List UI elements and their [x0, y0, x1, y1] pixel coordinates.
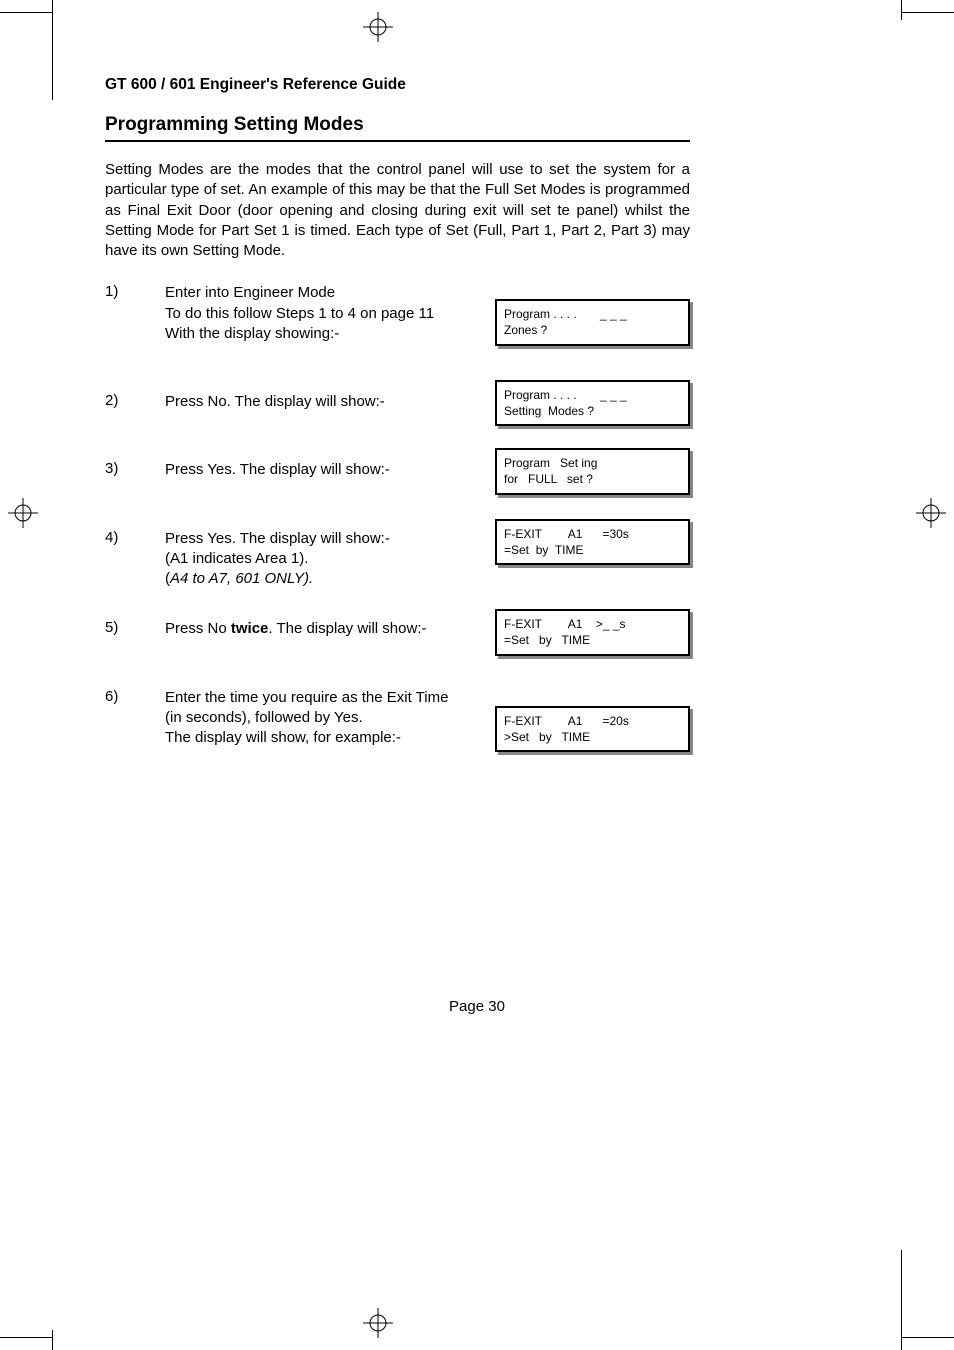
step-6: 6) Enter the time you require as the Exi…	[105, 688, 690, 749]
step-number: 1)	[105, 283, 165, 300]
crop-mark	[52, 1330, 53, 1350]
crop-mark	[902, 1337, 954, 1338]
page-footer: Page 30	[0, 998, 954, 1015]
step-number: 5)	[105, 619, 165, 636]
step-number: 2)	[105, 392, 165, 409]
lcd-display: Program . . . . _ _ _ Setting Modes ?	[495, 380, 690, 426]
step-2: 2) Press No. The display will show:- Pro…	[105, 392, 690, 412]
step-5: 5) Press No twice. The display will show…	[105, 619, 690, 639]
step-4: 4) Press Yes. The display will show:- (A…	[105, 529, 690, 590]
lcd-display: F-EXIT A1 =30s =Set by TIME	[495, 519, 690, 565]
step-text: Press No. The display will show:-	[165, 392, 465, 412]
step-1: 1) Enter into Engineer Mode To do this f…	[105, 283, 690, 344]
intro-paragraph: Setting Modes are the modes that the con…	[105, 160, 690, 261]
step-number: 6)	[105, 688, 165, 705]
step-number: 4)	[105, 529, 165, 546]
crop-mark	[901, 0, 902, 20]
crop-mark	[0, 12, 52, 13]
lcd-display: Program . . . . _ _ _ Zones ?	[495, 299, 690, 345]
step-text: Press Yes. The display will show:-	[165, 460, 465, 480]
step-3: 3) Press Yes. The display will show:- Pr…	[105, 460, 690, 480]
lcd-display: Program Set ing for FULL set ?	[495, 448, 690, 494]
crop-mark	[902, 12, 954, 13]
step-text: Press No twice. The display will show:-	[165, 619, 465, 639]
step-list: 1) Enter into Engineer Mode To do this f…	[105, 283, 690, 748]
lcd-display: F-EXIT A1 >_ _s =Set by TIME	[495, 609, 690, 655]
crop-mark	[0, 1337, 52, 1338]
registration-mark-icon	[916, 498, 946, 528]
registration-mark-icon	[363, 1308, 393, 1338]
section-heading: Programming Setting Modes	[105, 114, 690, 142]
running-header: GT 600 / 601 Engineer's Reference Guide	[105, 76, 690, 94]
step-text: Enter the time you require as the Exit T…	[165, 688, 465, 749]
crop-mark	[901, 1250, 902, 1350]
step-text: Press Yes. The display will show:- (A1 i…	[165, 529, 465, 590]
page-content: GT 600 / 601 Engineer's Reference Guide …	[105, 76, 690, 796]
step-text: Enter into Engineer Mode To do this foll…	[165, 283, 465, 344]
crop-mark	[52, 0, 53, 100]
registration-mark-icon	[363, 12, 393, 42]
step-number: 3)	[105, 460, 165, 477]
registration-mark-icon	[8, 498, 38, 528]
lcd-display: F-EXIT A1 =20s >Set by TIME	[495, 706, 690, 752]
